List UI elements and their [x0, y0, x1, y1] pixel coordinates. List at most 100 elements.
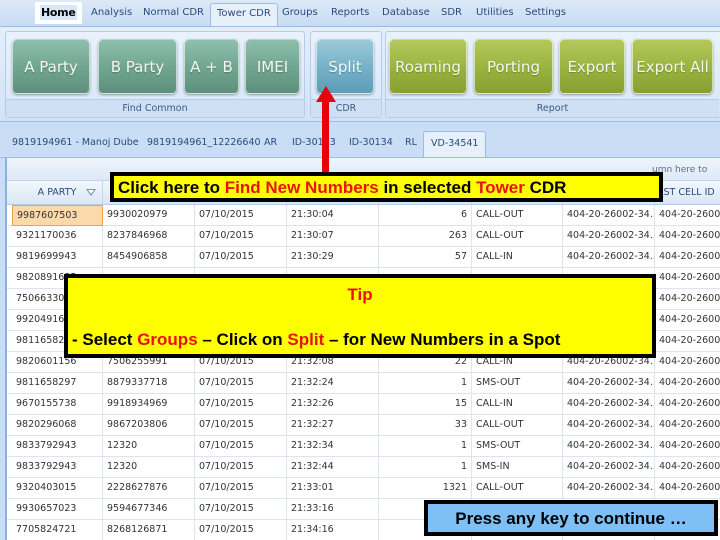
cell-b-party[interactable]: 8454906858	[103, 247, 195, 268]
cell-a-party[interactable]: 9987607503	[12, 205, 103, 226]
cell-b-party[interactable]: 8268126871	[103, 520, 195, 540]
cell-a-party[interactable]: 9820296068	[12, 415, 103, 436]
cell-date[interactable]: 07/10/2015	[195, 499, 287, 520]
cell-last-cell-id[interactable]: 404-20-26002	[655, 226, 720, 247]
menu-home[interactable]: Home	[35, 2, 82, 24]
tab-manoj-dube[interactable]: 9819194961 - Manoj Dube	[12, 137, 139, 148]
cell-last-cell-id[interactable]: 404-20-26002	[655, 352, 720, 373]
cell-first-cell-id[interactable]: 404-20-26002-34...	[563, 415, 655, 436]
cell-date[interactable]: 07/10/2015	[195, 436, 287, 457]
cell-time[interactable]: 21:30:04	[287, 205, 379, 226]
cell-duration[interactable]: 1	[379, 373, 472, 394]
cell-call-type[interactable]: CALL-IN	[472, 247, 563, 268]
menu-database[interactable]: Database	[382, 7, 430, 18]
menu-normal-cdr[interactable]: Normal CDR	[143, 7, 204, 18]
cell-a-party[interactable]: 9811658297	[12, 373, 103, 394]
cell-a-party[interactable]: 9321170036	[12, 226, 103, 247]
continue-prompt[interactable]: Press any key to continue …	[424, 500, 718, 536]
menu-tower-cdr[interactable]: Tower CDR	[210, 3, 278, 26]
cell-call-type[interactable]: CALL-OUT	[472, 478, 563, 499]
export-button[interactable]: Export	[559, 39, 625, 94]
cell-date[interactable]: 07/10/2015	[195, 457, 287, 478]
cell-a-party[interactable]: 9819699943	[12, 247, 103, 268]
cell-call-type[interactable]: CALL-OUT	[472, 226, 563, 247]
table-row[interactable]: 9987607503 9930020979 07/10/2015 21:30:04 6 C…	[7, 205, 720, 226]
a-party-button[interactable]: A Party	[12, 39, 90, 94]
porting-button[interactable]: Porting	[474, 39, 553, 94]
cell-time[interactable]: 21:32:44	[287, 457, 379, 478]
tab-ar[interactable]: AR	[264, 137, 277, 148]
cell-date[interactable]: 07/10/2015	[195, 247, 287, 268]
cell-duration[interactable]: 15	[379, 394, 472, 415]
menu-reports[interactable]: Reports	[331, 7, 369, 18]
cell-last-cell-id[interactable]: 404-20-26002	[655, 247, 720, 268]
cell-last-cell-id[interactable]: 404-20-26002	[655, 457, 720, 478]
cell-call-type[interactable]: SMS-OUT	[472, 436, 563, 457]
cell-last-cell-id[interactable]: 404-20-26002	[655, 436, 720, 457]
cell-duration[interactable]: 263	[379, 226, 472, 247]
cell-b-party[interactable]: 2228627876	[103, 478, 195, 499]
cell-time[interactable]: 21:32:24	[287, 373, 379, 394]
cell-time[interactable]: 21:33:16	[287, 499, 379, 520]
cell-date[interactable]: 07/10/2015	[195, 478, 287, 499]
cell-last-cell-id[interactable]: 404-20-26002	[655, 394, 720, 415]
cell-date[interactable]: 07/10/2015	[195, 394, 287, 415]
cell-b-party[interactable]: 9930020979	[103, 205, 195, 226]
tab-id-30134[interactable]: ID-30134	[349, 137, 393, 148]
cell-b-party[interactable]: 9918934969	[103, 394, 195, 415]
cell-a-party[interactable]: 9930657023	[12, 499, 103, 520]
cell-duration[interactable]: 1	[379, 457, 472, 478]
menu-analysis[interactable]: Analysis	[91, 7, 132, 18]
table-row[interactable]: 9820296068 9867203806 07/10/2015 21:32:27 33…	[7, 415, 720, 436]
table-row[interactable]: 9321170036 8237846968 07/10/2015 21:30:07 26…	[7, 226, 720, 247]
tab-vd-34541[interactable]: VD-34541	[423, 131, 487, 157]
table-row[interactable]: 9811658297 8879337718 07/10/2015 21:32:24 1 S…	[7, 373, 720, 394]
cell-last-cell-id[interactable]: 404-20-26002	[655, 478, 720, 499]
cell-a-party[interactable]: 7705824721	[12, 520, 103, 540]
cell-duration[interactable]: 33	[379, 415, 472, 436]
cell-a-party[interactable]: 9670155738	[12, 394, 103, 415]
cell-b-party[interactable]: 9594677346	[103, 499, 195, 520]
cell-time[interactable]: 21:32:27	[287, 415, 379, 436]
a-plus-b-button[interactable]: A + B	[184, 39, 239, 94]
cell-time[interactable]: 21:32:34	[287, 436, 379, 457]
cell-call-type[interactable]: SMS-OUT	[472, 373, 563, 394]
cell-a-party[interactable]: 9320403015	[12, 478, 103, 499]
cell-first-cell-id[interactable]: 404-20-26002-34...	[563, 226, 655, 247]
cell-call-type[interactable]: CALL-OUT	[472, 415, 563, 436]
cell-call-type[interactable]: SMS-IN	[472, 457, 563, 478]
cell-duration[interactable]: 57	[379, 247, 472, 268]
menu-groups[interactable]: Groups	[282, 7, 318, 18]
cell-last-cell-id[interactable]: 404-20-26002	[655, 415, 720, 436]
cell-time[interactable]: 21:30:07	[287, 226, 379, 247]
cell-duration[interactable]: 1321	[379, 478, 472, 499]
cell-date[interactable]: 07/10/2015	[195, 520, 287, 540]
cell-last-cell-id[interactable]: 404-20-26002	[655, 268, 720, 289]
filter-icon[interactable]	[86, 189, 96, 196]
cell-date[interactable]: 07/10/2015	[195, 205, 287, 226]
cell-time[interactable]: 21:33:01	[287, 478, 379, 499]
cell-a-party[interactable]: 9833792943	[12, 436, 103, 457]
cell-b-party[interactable]: 9867203806	[103, 415, 195, 436]
table-row[interactable]: 9320403015 2228627876 07/10/2015 21:33:01 13…	[7, 478, 720, 499]
cell-time[interactable]: 21:34:16	[287, 520, 379, 540]
table-row[interactable]: 9833792943 12320 07/10/2015 21:32:44 1 SMS-IN…	[7, 457, 720, 478]
column-header-last-cell-id[interactable]: AST CELL ID	[655, 181, 720, 205]
cell-last-cell-id[interactable]: 404-20-26002	[655, 289, 720, 310]
tab-9819194961-12226640[interactable]: 9819194961_12226640	[147, 137, 261, 148]
cell-last-cell-id[interactable]: 404-20-26002	[655, 331, 720, 352]
cell-first-cell-id[interactable]: 404-20-26002-34...	[563, 247, 655, 268]
cell-date[interactable]: 07/10/2015	[195, 415, 287, 436]
cell-first-cell-id[interactable]: 404-20-26002-34...	[563, 394, 655, 415]
export-all-button[interactable]: Export All	[632, 39, 713, 94]
cell-time[interactable]: 21:30:29	[287, 247, 379, 268]
imei-button[interactable]: IMEI	[245, 39, 300, 94]
cell-b-party[interactable]: 8879337718	[103, 373, 195, 394]
menu-sdr[interactable]: SDR	[441, 7, 462, 18]
cell-a-party[interactable]: 9833792943	[12, 457, 103, 478]
b-party-button[interactable]: B Party	[98, 39, 177, 94]
roaming-button[interactable]: Roaming	[389, 39, 467, 94]
cell-first-cell-id[interactable]: 404-20-26002-34...	[563, 373, 655, 394]
cell-last-cell-id[interactable]: 404-20-26002	[655, 310, 720, 331]
cell-time[interactable]: 21:32:26	[287, 394, 379, 415]
